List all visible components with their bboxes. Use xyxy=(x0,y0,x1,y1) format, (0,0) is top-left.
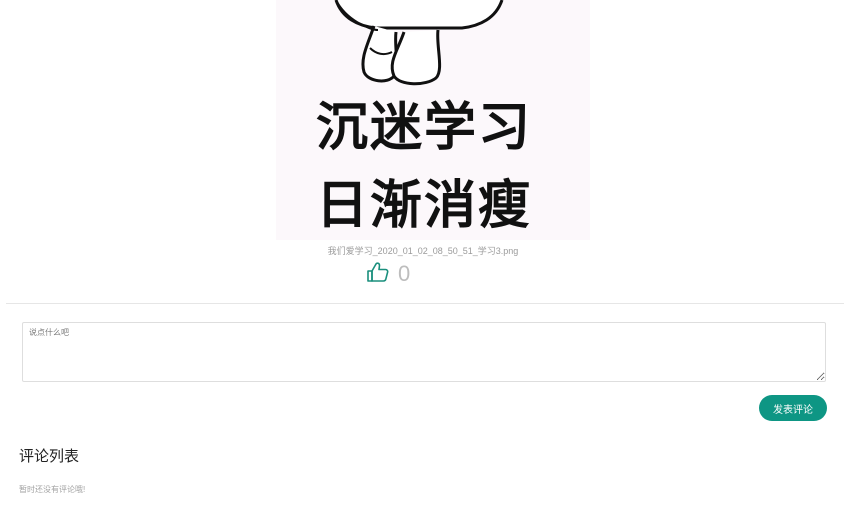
image-caption: 我们爱学习_2020_01_02_08_50_51_学习3.png xyxy=(327,246,519,256)
comment-list-empty-text: 暂时还没有评论哦! xyxy=(19,485,86,494)
like-count: 0 xyxy=(398,261,411,286)
comment-input[interactable] xyxy=(22,322,826,382)
thumbs-up-icon[interactable] xyxy=(366,261,390,287)
section-divider xyxy=(6,303,844,304)
image-text-line-1: 沉迷学习 xyxy=(315,98,532,158)
image-text-line-2: 日渐消瘦 xyxy=(315,176,532,236)
comment-list-title: 评论列表 xyxy=(19,448,80,465)
submit-comment-button[interactable]: 发表评论 xyxy=(759,395,827,421)
post-page: 沉迷学习 日渐消瘦 我们爱学习_2020_01_02_08_50_51_学习3.… xyxy=(0,0,865,529)
post-image: 沉迷学习 日渐消瘦 xyxy=(276,0,590,240)
like-button[interactable]: 0 xyxy=(366,261,410,287)
